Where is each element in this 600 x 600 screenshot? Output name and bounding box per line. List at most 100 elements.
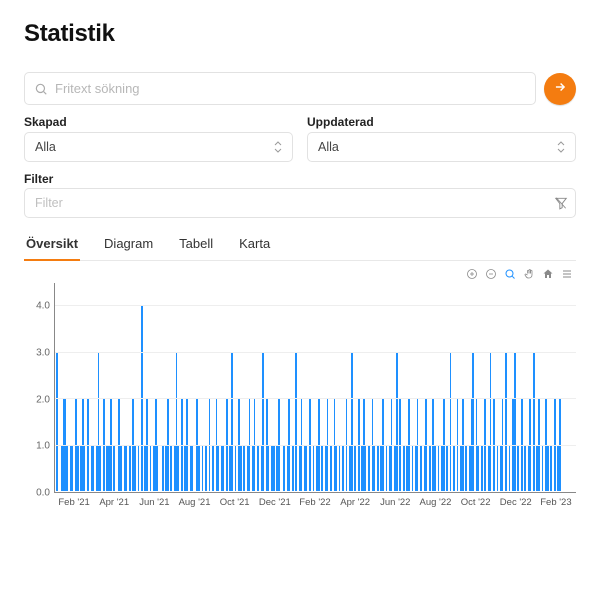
bar	[283, 445, 285, 491]
bar	[351, 352, 353, 491]
x-tick: Apr '22	[340, 497, 370, 508]
bar	[235, 445, 237, 491]
bar	[368, 445, 370, 491]
search-icon	[34, 82, 48, 96]
bar	[157, 445, 159, 491]
bar	[438, 445, 440, 491]
bar	[138, 445, 140, 491]
bar	[465, 445, 467, 491]
bar	[434, 445, 436, 491]
bar	[342, 445, 344, 491]
x-tick: Aug '21	[179, 497, 211, 508]
zoom-out-icon[interactable]	[484, 267, 498, 281]
bar	[365, 445, 367, 491]
bar	[330, 445, 332, 491]
bar	[212, 445, 214, 491]
filter-input[interactable]	[24, 188, 576, 218]
bar	[396, 352, 398, 491]
bar	[420, 445, 422, 491]
pan-icon[interactable]	[522, 267, 536, 281]
bar	[150, 445, 152, 491]
bar	[217, 445, 219, 491]
bar	[547, 445, 549, 491]
bar	[99, 445, 101, 491]
filter-field: Filter	[24, 170, 576, 218]
created-select[interactable]: Alla	[24, 132, 293, 162]
tab-karta[interactable]: Karta	[237, 228, 272, 261]
bar	[339, 445, 341, 491]
bar	[505, 352, 507, 491]
bar	[412, 445, 414, 491]
tab-oversikt[interactable]: Översikt	[24, 228, 80, 261]
zoom-select-icon[interactable]	[503, 267, 517, 281]
bar	[292, 445, 294, 491]
y-tick: 4.0	[36, 301, 50, 312]
bar	[373, 445, 375, 491]
menu-icon[interactable]	[560, 267, 574, 281]
bar	[162, 445, 164, 491]
updated-field: Uppdaterad Alla	[307, 115, 576, 162]
x-tick: Jun '21	[139, 497, 169, 508]
y-tick: 1.0	[36, 441, 50, 452]
zoom-in-icon[interactable]	[465, 267, 479, 281]
x-tick: Jun '22	[380, 497, 410, 508]
bar	[120, 445, 122, 491]
x-tick: Feb '21	[58, 497, 89, 508]
updated-select[interactable]: Alla	[307, 132, 576, 162]
x-tick: Feb '23	[540, 497, 571, 508]
bar	[477, 445, 479, 491]
search-input[interactable]	[24, 72, 536, 105]
date-filters-row: Skapad Alla Uppdaterad Alla	[24, 115, 576, 162]
bar	[113, 445, 115, 491]
bar	[524, 445, 526, 491]
y-tick: 2.0	[36, 394, 50, 405]
y-tick: 0.0	[36, 488, 50, 499]
chart-area: 0.0 1.0 2.0 3.0 4.0 Feb '21 Apr '21 Jun '21 Aug…	[24, 267, 576, 513]
bar	[92, 445, 94, 491]
tab-diagram[interactable]: Diagram	[102, 228, 155, 261]
bar	[429, 445, 431, 491]
bar	[240, 445, 242, 491]
bar	[497, 445, 499, 491]
bar	[72, 445, 74, 491]
home-icon[interactable]	[541, 267, 555, 281]
chart: 0.0 1.0 2.0 3.0 4.0 Feb '21 Apr '21 Jun '21 Aug…	[24, 283, 576, 513]
search-row	[24, 72, 576, 105]
x-tick: Feb '22	[299, 497, 330, 508]
x-tick: Dec '21	[259, 497, 291, 508]
bar	[446, 445, 448, 491]
bar	[223, 445, 225, 491]
bar	[472, 352, 474, 491]
grid-line	[55, 305, 576, 306]
bar	[533, 352, 535, 491]
y-tick: 3.0	[36, 348, 50, 359]
bar	[481, 445, 483, 491]
bar	[231, 352, 233, 491]
bar	[295, 352, 297, 491]
bar	[257, 445, 259, 491]
bar	[170, 445, 172, 491]
bar	[262, 352, 264, 491]
filter-label: Filter	[24, 172, 53, 186]
bar	[134, 445, 136, 491]
bar	[335, 445, 337, 491]
bar	[377, 445, 379, 491]
bar	[77, 445, 79, 491]
bars-container	[56, 283, 576, 491]
search-submit-button[interactable]	[544, 73, 576, 105]
filter-clear-icon[interactable]	[554, 196, 568, 210]
tab-tabell[interactable]: Tabell	[177, 228, 215, 261]
bar	[514, 352, 516, 491]
plot-area[interactable]	[54, 283, 576, 493]
bar	[354, 445, 356, 491]
bar	[56, 352, 58, 491]
x-tick: Apr '21	[99, 497, 129, 508]
x-tick: Dec '22	[500, 497, 532, 508]
y-axis: 0.01.02.03.04.0	[24, 283, 52, 493]
bar	[84, 445, 86, 491]
x-tick: Oct '21	[220, 497, 250, 508]
bar	[386, 445, 388, 491]
grid-line	[55, 352, 576, 353]
bar	[198, 445, 200, 491]
bar	[509, 445, 511, 491]
